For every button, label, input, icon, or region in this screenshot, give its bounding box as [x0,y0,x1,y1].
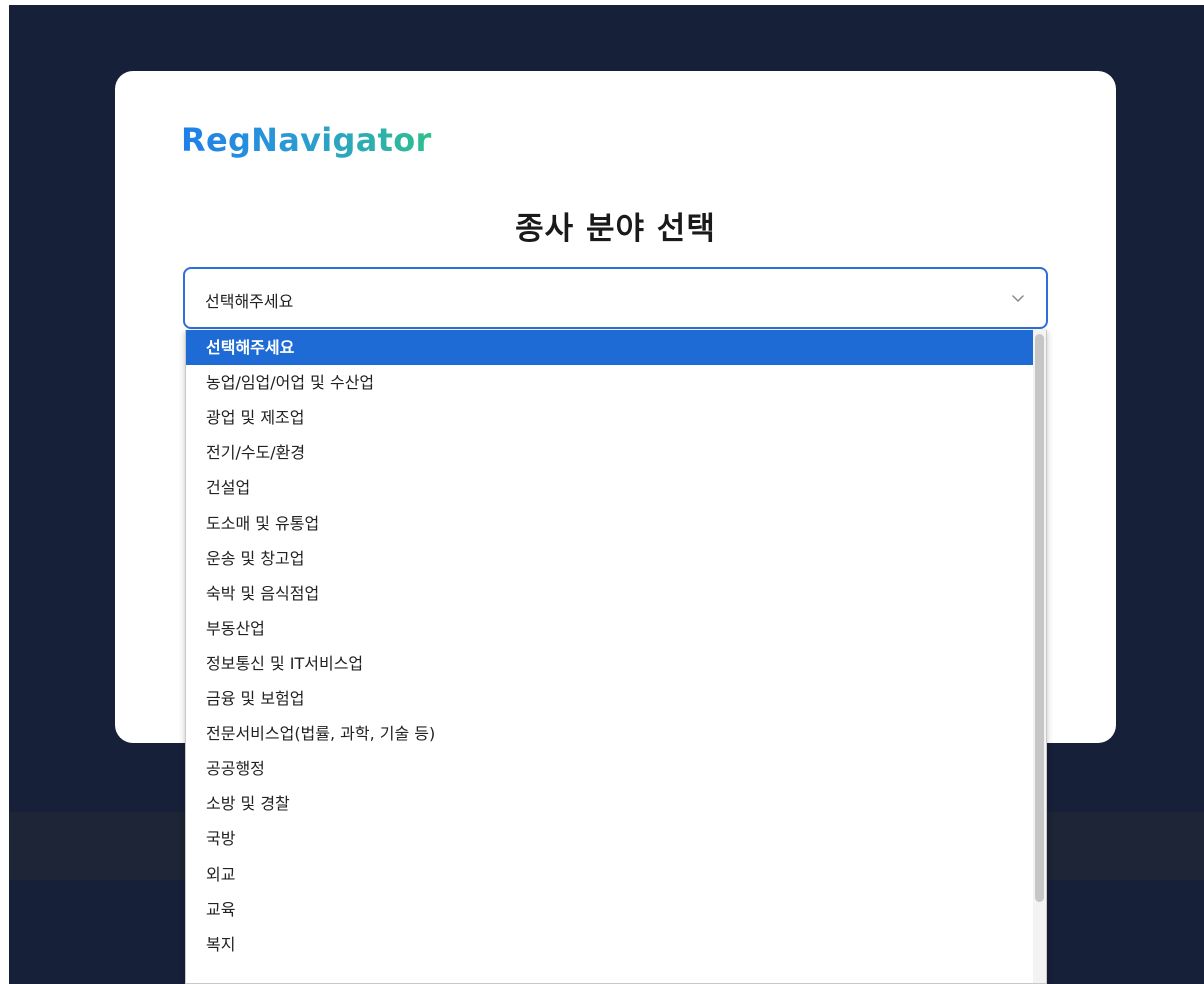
dropdown-option[interactable]: 소방 및 경찰 [186,786,1035,821]
dropdown-scrollbar[interactable] [1033,330,1046,983]
dropdown-option[interactable]: 숙박 및 음식점업 [186,576,1035,611]
regnavigator-logo: RegNavigator [181,121,432,159]
dropdown-option[interactable]: 선택해주세요 [186,330,1035,365]
window-top-edge [0,0,1204,5]
chevron-down-icon [1012,295,1024,302]
page-title: 종사 분야 선택 [515,211,716,247]
dropdown-option[interactable]: 공공행정 [186,751,1035,786]
dropdown-option[interactable]: 국방 [186,821,1035,856]
dropdown-option[interactable]: 정보통신 및 IT서비스업 [186,646,1035,681]
dropdown-option[interactable]: 부동산업 [186,611,1035,646]
dropdown-option[interactable]: 교육 [186,892,1035,927]
dropdown-option[interactable]: 외교 [186,857,1035,892]
dropdown-option[interactable]: 금융 및 보험업 [186,681,1035,716]
dropdown-option[interactable]: 광업 및 제조업 [186,400,1035,435]
dropdown-option[interactable]: 운송 및 창고업 [186,541,1035,576]
dropdown-option[interactable]: 농업/임업/어업 및 수산업 [186,365,1035,400]
dropdown-option[interactable]: 복지 [186,927,1035,962]
industry-dropdown-list: 선택해주세요 농업/임업/어업 및 수산업 광업 및 제조업 전기/수도/환경 건설업 도… [185,330,1047,984]
select-current-value: 선택해주세요 [205,292,294,311]
dropdown-option[interactable]: 전기/수도/환경 [186,435,1035,470]
industry-select[interactable]: 선택해주세요 [183,267,1048,329]
dropdown-scrollbar-thumb[interactable] [1035,334,1044,902]
window-left-edge [0,0,9,984]
dropdown-option[interactable]: 건설업 [186,470,1035,505]
dropdown-option[interactable]: 전문서비스업(법률, 과학, 기술 등) [186,716,1035,751]
dropdown-option[interactable]: 도소매 및 유통업 [186,506,1035,541]
